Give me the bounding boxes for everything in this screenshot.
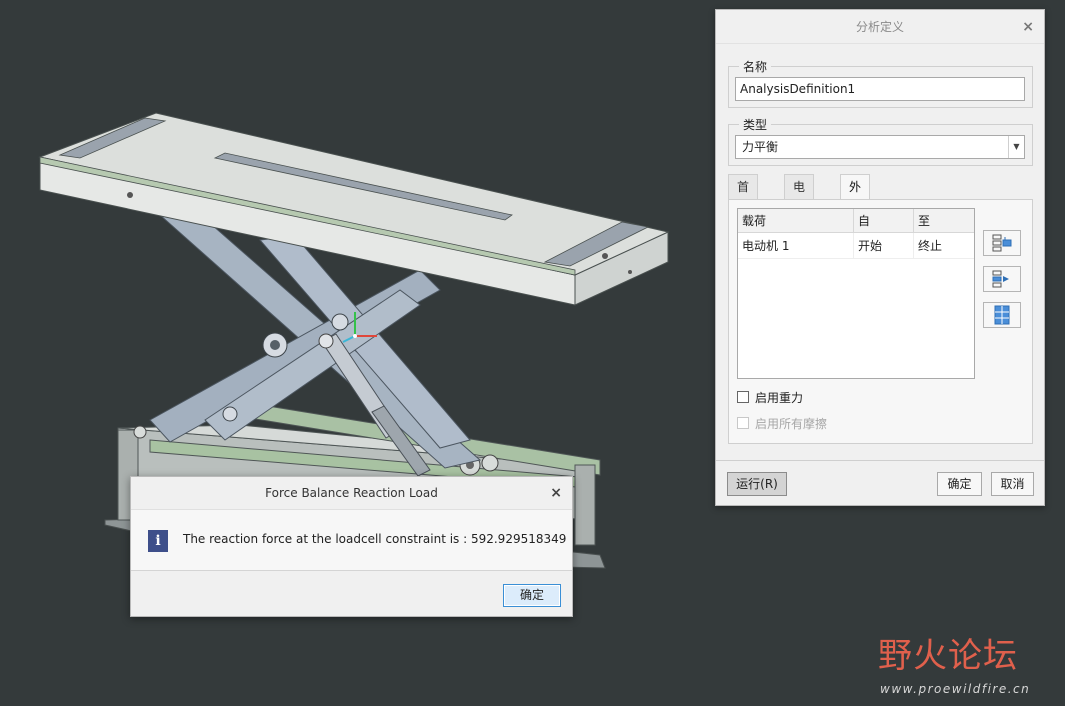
message-body: i The reaction force at the loadcell con… [131,509,572,571]
ok-button[interactable]: 确定 [937,472,982,496]
cell-from[interactable]: 开始 [854,233,914,259]
watermark-brand: 野火论坛 [878,636,1018,676]
type-group-label: 类型 [739,116,772,133]
message-title: Force Balance Reaction Load [265,486,438,500]
table-grid-button[interactable] [983,302,1021,328]
table-grid-icon [994,305,1010,325]
tab-preferences[interactable]: 首选项 [728,174,759,242]
column-header-from[interactable]: 自 [854,209,914,233]
enable-friction-label: 启用所有摩擦 [755,417,828,431]
cancel-button[interactable]: 取消 [991,472,1034,496]
move-row-icon [992,270,1009,288]
run-button[interactable]: 运行(R) [727,472,787,496]
table-header: 载荷 自 至 [738,209,974,233]
insert-row-button[interactable] [983,230,1021,256]
enable-gravity-label: 启用重力 [755,391,804,405]
table-row[interactable]: 电动机 1 开始 终止 [738,233,974,259]
name-input[interactable]: AnalysisDefinition1 [735,77,1025,101]
force-balance-message-dialog: Force Balance Reaction Load × i The reac… [130,476,573,617]
message-title-bar[interactable]: Force Balance Reaction Load × [131,477,572,509]
type-group: 类型 力平衡 ▼ [728,116,1033,166]
enable-friction-row: 启用所有摩擦 [737,414,827,434]
loads-table[interactable]: 载荷 自 至 电动机 1 开始 终止 [737,208,975,379]
column-header-load[interactable]: 载荷 [738,209,854,233]
name-group-label: 名称 [739,58,772,75]
dialog-title: 分析定义 [855,20,904,34]
info-icon: i [148,530,168,552]
close-icon[interactable]: × [550,477,562,509]
tab-external-loads[interactable]: 外部载荷 [840,174,871,266]
lift-platform [38,112,670,306]
name-group: 名称 AnalysisDefinition1 [728,58,1033,108]
tab-motors[interactable]: 电动机 [784,174,815,242]
cell-load[interactable]: 电动机 1 [738,233,854,259]
close-icon[interactable]: × [1022,10,1034,44]
watermark-url: www.proewildfire.cn [880,682,1031,696]
dialog-title-bar[interactable]: 分析定义 × [716,10,1044,44]
watermark-logo: 野火论坛 www.proewildfire.cn [878,628,1029,696]
external-loads-panel: 载荷 自 至 电动机 1 开始 终止 启用重力 启用所有摩擦 [728,199,1033,444]
type-select[interactable]: 力平衡 ▼ [735,135,1025,159]
move-row-button[interactable] [983,266,1021,292]
message-text: The reaction force at the loadcell const… [183,532,567,546]
enable-friction-checkbox [737,417,749,429]
message-ok-button[interactable]: 确定 [503,584,561,607]
analysis-definition-dialog: 分析定义 × 名称 AnalysisDefinition1 类型 力平衡 ▼ 首… [715,9,1045,506]
column-header-to[interactable]: 至 [914,209,974,233]
insert-row-icon [992,234,1012,252]
enable-gravity-checkbox[interactable] [737,391,749,403]
dialog-footer: 运行(R) 确定 取消 [716,460,1044,505]
type-select-value: 力平衡 [742,140,779,154]
chevron-down-icon[interactable]: ▼ [1008,136,1024,158]
enable-gravity-row[interactable]: 启用重力 [737,388,803,408]
cell-to[interactable]: 终止 [914,233,974,259]
